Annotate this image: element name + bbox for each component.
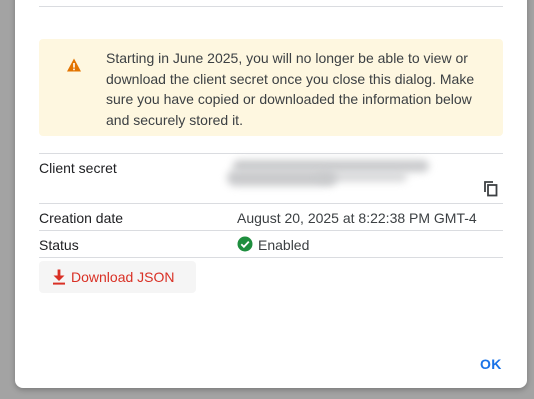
copy-secret-button[interactable]	[482, 180, 500, 198]
client-secret-label: Client secret	[39, 160, 117, 176]
warning-banner: Starting in June 2025, you will no longe…	[39, 39, 503, 136]
status-value: Enabled	[258, 237, 310, 253]
warning-icon	[67, 58, 81, 72]
download-json-button[interactable]: Download JSON	[39, 261, 196, 293]
row-divider	[39, 203, 503, 204]
creation-date-label: Creation date	[39, 210, 124, 226]
copy-icon	[484, 181, 498, 197]
warning-text: Starting in June 2025, you will no longe…	[106, 50, 475, 128]
top-divider	[39, 6, 503, 7]
status-label: Status	[39, 237, 79, 253]
row-divider	[39, 230, 503, 231]
download-icon	[53, 269, 65, 285]
creation-date-value: August 20, 2025 at 8:22:38 PM GMT-4	[237, 210, 477, 226]
check-circle-icon	[237, 236, 253, 252]
ok-button[interactable]: OK	[480, 356, 502, 372]
client-secret-value-redacted	[227, 158, 437, 194]
client-secret-dialog: Starting in June 2025, you will no longe…	[15, 0, 527, 388]
download-json-label: Download JSON	[71, 269, 175, 285]
row-divider	[39, 257, 503, 258]
row-divider	[39, 153, 503, 154]
